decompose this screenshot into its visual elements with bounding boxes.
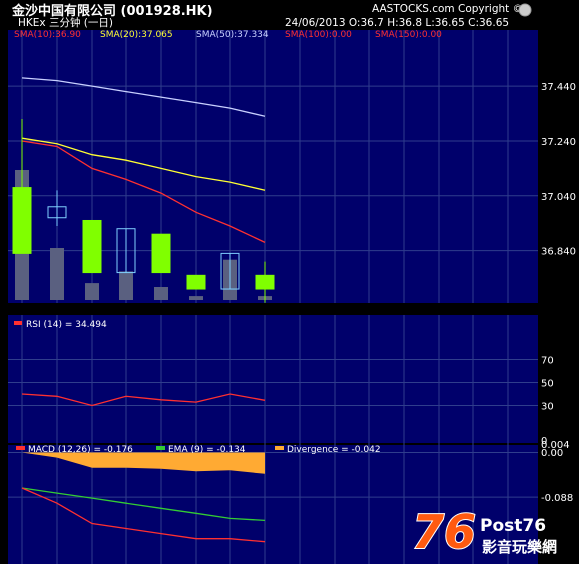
rsi-legend: RSI (14) = 34.494 — [26, 320, 107, 330]
stock-chart: 金沙中国有限公司 (001928.HK) AASTOCKS.com Copyri… — [8, 3, 576, 564]
volume-bar — [189, 296, 203, 300]
legend-sma150: SMA(150):0.00 — [375, 30, 442, 40]
volume-bar — [154, 287, 168, 300]
rsi-tick-label: 70 — [541, 356, 554, 367]
macd-tick-label: -0.088 — [541, 493, 573, 504]
divergence-legend-swatch — [275, 446, 284, 450]
copyright-text: AASTOCKS.com Copyright © — [372, 3, 523, 15]
candle-up — [151, 233, 171, 274]
legend-sma50: SMA(50):37.334 — [196, 30, 269, 40]
price-axis: 37.440 37.240 37.040 36.840 — [541, 82, 576, 258]
watermark-number: 76 — [412, 505, 476, 559]
volume-bar — [50, 248, 64, 300]
watermark-brand: Post76 — [480, 516, 546, 536]
rsi-legend-swatch — [14, 321, 22, 325]
rsi-panel — [8, 315, 538, 443]
ohlc-readout: 24/06/2013 O:36.7 H:36.8 L:36.65 C:36.65 — [285, 17, 509, 29]
ema-legend-label: EMA (9) = -0.134 — [168, 445, 246, 455]
legend-sma20: SMA(20):37.065 — [100, 30, 173, 40]
macd-axis: 0.0040.00-0.088 — [541, 440, 573, 504]
legend-sma10: SMA(10):36.90 — [14, 30, 81, 40]
candle-up — [255, 274, 275, 290]
rsi-axis: 7050300 — [541, 356, 554, 448]
macd-legend-swatch — [16, 446, 25, 450]
price-tick-label: 36.840 — [541, 247, 576, 258]
watermark-chinese: 影音玩樂網 — [482, 538, 557, 556]
refresh-icon[interactable] — [518, 3, 532, 17]
price-tick-label: 37.040 — [541, 192, 576, 203]
candle-up — [82, 219, 102, 274]
rsi-tick-label: 30 — [541, 402, 554, 413]
divergence-legend-label: Divergence = -0.042 — [287, 445, 381, 455]
legend-sma100: SMA(100):0.00 — [285, 30, 352, 40]
rsi-tick-label: 50 — [541, 379, 554, 390]
volume-bar — [119, 271, 133, 300]
price-tick-label: 37.440 — [541, 82, 576, 93]
price-tick-label: 37.240 — [541, 137, 576, 148]
macd-legend: MACD (12,26) = -0.176 EMA (9) = -0.134 D… — [16, 445, 381, 455]
candle-up — [12, 187, 32, 254]
price-legend: SMA(10):36.90 SMA(20):37.065 SMA(50):37.… — [14, 30, 442, 40]
candle-up — [186, 274, 206, 290]
macd-legend-label: MACD (12,26) = -0.176 — [28, 445, 133, 455]
volume-bar — [85, 283, 99, 300]
chart-subtitle: HKEx 三分钟 (一日) — [18, 16, 113, 29]
ema-legend-swatch — [156, 446, 165, 450]
macd-tick-label: 0.00 — [541, 448, 563, 459]
